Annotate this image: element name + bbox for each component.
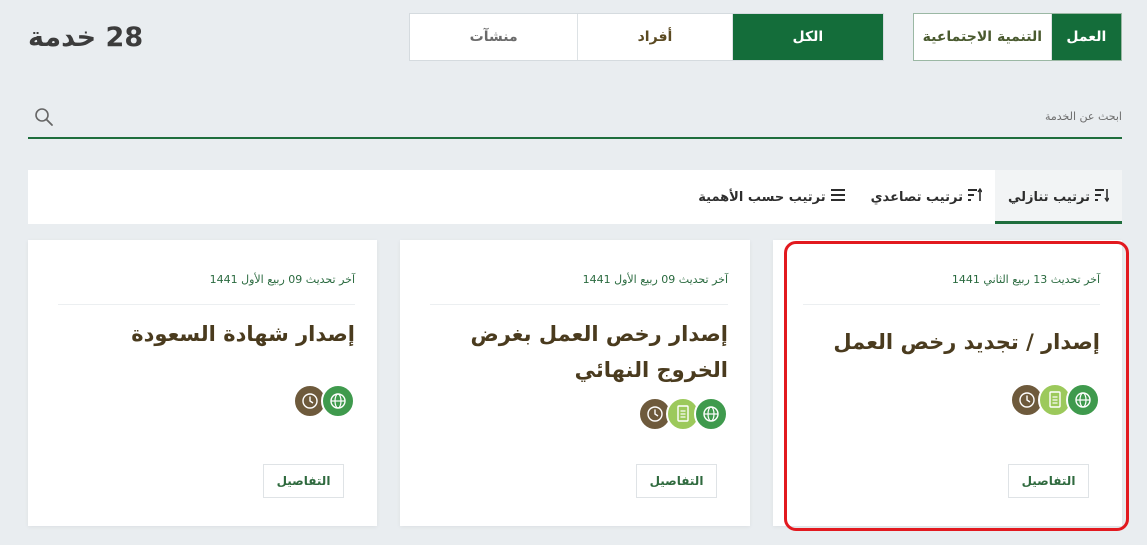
search-input[interactable] xyxy=(62,96,1122,137)
service-card[interactable]: آخر تحديث 13 ربيع الثاني 1441 إصدار / تج… xyxy=(773,240,1122,526)
card-update-date: آخر تحديث 09 ربيع الأول 1441 xyxy=(209,273,355,286)
card-channel-icons xyxy=(293,384,355,418)
details-button[interactable]: التفاصيل xyxy=(263,464,344,498)
category-tabs: العمل التنمية الاجتماعية xyxy=(913,13,1122,61)
card-divider xyxy=(58,304,355,305)
sort-ascending-icon xyxy=(967,187,983,206)
search-icon[interactable] xyxy=(28,100,62,134)
sort-descending-icon xyxy=(1095,188,1110,206)
sort-by-importance-label: ترتيب حسب الأهمية xyxy=(698,189,826,205)
card-divider xyxy=(803,304,1100,305)
sort-by-importance[interactable]: ترتيب حسب الأهمية xyxy=(685,170,857,224)
details-button[interactable]: التفاصيل xyxy=(1008,464,1089,498)
tab-individuals[interactable]: أفراد xyxy=(578,14,733,60)
globe-icon xyxy=(1066,383,1100,417)
sort-descending[interactable]: ترتيب تنازلي xyxy=(994,170,1122,224)
sort-descending-label: ترتيب تنازلي xyxy=(1007,189,1090,205)
audience-tabs: الكل أفراد منشآت xyxy=(409,13,884,61)
sort-bar: ترتيب تنازلي ترتيب تصاعدي ترتيب حسب الأه… xyxy=(28,170,1122,224)
sort-ascending[interactable]: ترتيب تصاعدي xyxy=(858,170,995,224)
search-bar xyxy=(28,96,1122,139)
card-title[interactable]: إصدار رخص العمل بغرض الخروج النهائي xyxy=(458,316,728,388)
card-title[interactable]: إصدار / تجديد رخص العمل xyxy=(800,324,1100,360)
list-icon xyxy=(830,189,845,205)
globe-icon xyxy=(694,397,728,431)
tab-social-development[interactable]: التنمية الاجتماعية xyxy=(914,14,1052,60)
tab-all[interactable]: الكل xyxy=(732,14,883,60)
tab-work[interactable]: العمل xyxy=(1051,14,1121,60)
service-card[interactable]: آخر تحديث 09 ربيع الأول 1441 إصدار رخص ا… xyxy=(400,240,750,526)
details-button[interactable]: التفاصيل xyxy=(636,464,717,498)
card-update-date: آخر تحديث 13 ربيع الثاني 1441 xyxy=(951,273,1100,286)
card-channel-icons xyxy=(638,397,728,431)
globe-icon xyxy=(321,384,355,418)
card-update-date: آخر تحديث 09 ربيع الأول 1441 xyxy=(582,273,728,286)
card-channel-icons xyxy=(1010,383,1100,417)
service-card[interactable]: آخر تحديث 09 ربيع الأول 1441 إصدار شهادة… xyxy=(28,240,377,526)
card-divider xyxy=(430,304,728,305)
sort-ascending-label: ترتيب تصاعدي xyxy=(870,189,963,205)
service-count: 28 خدمة xyxy=(28,22,144,53)
tab-establishments[interactable]: منشآت xyxy=(410,14,579,60)
card-title[interactable]: إصدار شهادة السعودة xyxy=(55,316,355,352)
